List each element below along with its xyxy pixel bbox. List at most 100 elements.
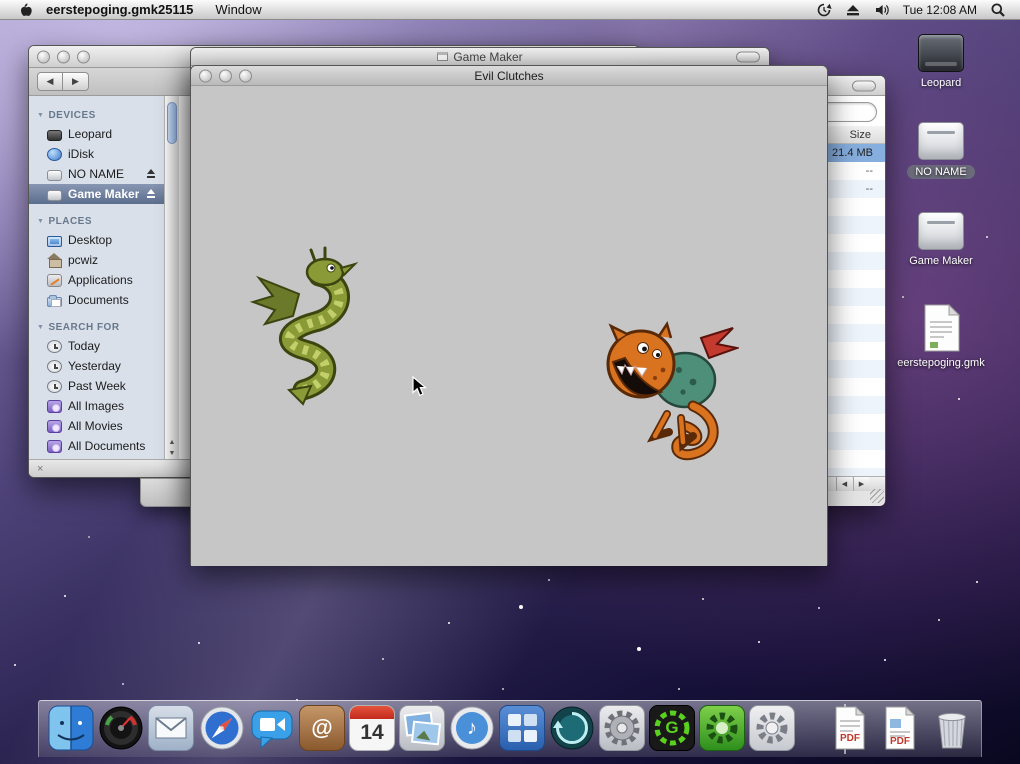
disclosure-triangle-icon[interactable]: ▼ bbox=[37, 218, 44, 225]
minimize-button[interactable] bbox=[219, 69, 232, 82]
apple-logo-icon bbox=[20, 3, 32, 16]
desktop-icon bbox=[47, 235, 62, 247]
boss-sprite bbox=[606, 321, 739, 461]
sidebar-item-leopard[interactable]: Leopard bbox=[29, 124, 164, 144]
dock-pdf-document-2-icon[interactable]: PDF bbox=[877, 705, 923, 751]
clock-icon bbox=[47, 340, 62, 353]
clock-icon bbox=[47, 380, 62, 393]
dock-game-maker-green-icon[interactable] bbox=[699, 705, 745, 751]
time-machine-menu-icon[interactable] bbox=[816, 2, 832, 18]
evil-clutches-title-bar[interactable]: Evil Clutches bbox=[191, 66, 827, 86]
sidebar-item-home[interactable]: pcwiz bbox=[29, 250, 164, 270]
volume-menu-icon[interactable] bbox=[874, 2, 890, 18]
toolbar-capsule-button[interactable] bbox=[736, 51, 760, 62]
sidebar-section-devices[interactable]: ▼ DEVICES bbox=[29, 106, 164, 124]
sidebar-item-all-movies[interactable]: All Movies bbox=[29, 416, 164, 436]
eject-menu-icon[interactable] bbox=[845, 2, 861, 18]
dock-system-preferences-icon[interactable] bbox=[599, 705, 645, 751]
game-area[interactable] bbox=[191, 86, 827, 566]
window-title: Evil Clutches bbox=[474, 68, 544, 83]
mouse-cursor bbox=[412, 376, 427, 397]
dock-dashboard-icon[interactable] bbox=[98, 705, 144, 751]
sidebar-item-today[interactable]: Today bbox=[29, 336, 164, 356]
window-proxy-icon bbox=[437, 52, 449, 61]
clock-icon bbox=[47, 360, 62, 373]
dock-ichat-icon[interactable] bbox=[249, 705, 295, 751]
sidebar-item-past-week[interactable]: Past Week bbox=[29, 376, 164, 396]
documents-folder-icon bbox=[47, 294, 62, 307]
dock-trash-icon[interactable] bbox=[929, 705, 975, 751]
removable-drive-icon bbox=[918, 212, 964, 250]
dock-itunes-icon[interactable]: ♪ bbox=[449, 705, 495, 751]
smart-folder-icon bbox=[47, 440, 62, 453]
dock-front-row-icon[interactable] bbox=[499, 705, 545, 751]
desktop: eerstepoging.gmk25115 Window Tue 12:08 A… bbox=[0, 0, 1020, 764]
close-button[interactable] bbox=[199, 69, 212, 82]
disclosure-triangle-icon[interactable]: ▼ bbox=[37, 112, 44, 119]
back-button[interactable]: ◀ bbox=[37, 72, 63, 91]
smart-folder-icon bbox=[47, 420, 62, 433]
removable-drive-icon bbox=[918, 122, 964, 160]
scroll-up-button[interactable]: ▲ bbox=[169, 437, 176, 448]
dock-time-machine-icon[interactable] bbox=[549, 705, 595, 751]
dock-mail-icon[interactable] bbox=[148, 705, 194, 751]
navigation-buttons: ◀ ▶ bbox=[37, 72, 89, 91]
home-icon bbox=[47, 252, 62, 268]
active-app-name[interactable]: eerstepoging.gmk25115 bbox=[46, 2, 193, 17]
close-button[interactable] bbox=[37, 50, 50, 63]
scroll-down-button[interactable]: ▼ bbox=[169, 448, 176, 459]
desktop-icon-no-name[interactable]: NO NAME bbox=[895, 122, 987, 179]
forward-button[interactable]: ▶ bbox=[63, 72, 89, 91]
game-maker-title-bar[interactable]: Game Maker bbox=[191, 48, 769, 66]
dock: @ 14 ♪ G PDF PDF bbox=[38, 700, 982, 757]
apple-menu[interactable] bbox=[14, 2, 36, 18]
sidebar-item-game-maker[interactable]: Game Maker bbox=[29, 184, 164, 204]
sidebar-item-applications[interactable]: Applications bbox=[29, 270, 164, 290]
finder-window-controls bbox=[37, 50, 90, 63]
scroll-right-button[interactable]: ▶ bbox=[853, 477, 869, 491]
disclosure-triangle-icon[interactable]: ▼ bbox=[37, 324, 44, 331]
sidebar-section-search-for[interactable]: ▼ SEARCH FOR bbox=[29, 318, 164, 336]
dock-safari-icon[interactable] bbox=[199, 705, 245, 751]
desktop-icon-eerstepoging[interactable]: eerstepoging.gmk bbox=[895, 304, 987, 369]
menu-window[interactable]: Window bbox=[215, 2, 261, 17]
dock-preview-icon[interactable] bbox=[399, 705, 445, 751]
scrollbar-arrows: ▲ ▼ bbox=[165, 437, 179, 459]
sidebar-item-idisk[interactable]: iDisk bbox=[29, 144, 164, 164]
sidebar-item-all-images[interactable]: All Images bbox=[29, 396, 164, 416]
dock-pdf-document-icon[interactable]: PDF bbox=[827, 705, 873, 751]
window-controls bbox=[199, 69, 252, 82]
smart-folder-icon bbox=[47, 400, 62, 413]
sidebar-item-yesterday[interactable]: Yesterday bbox=[29, 356, 164, 376]
eject-icon[interactable] bbox=[146, 169, 156, 179]
status-bar-icon[interactable]: × bbox=[37, 463, 43, 475]
zoom-button[interactable] bbox=[239, 69, 252, 82]
dock-ical-icon[interactable]: 14 bbox=[349, 705, 395, 751]
hard-drive-icon bbox=[918, 34, 964, 72]
scroll-left-button[interactable]: ◀ bbox=[836, 477, 852, 491]
spotlight-icon[interactable] bbox=[990, 2, 1006, 18]
sidebar-scrollbar[interactable]: ▲ ▼ bbox=[164, 96, 179, 461]
scrollbar-thumb[interactable] bbox=[167, 102, 177, 144]
menu-bar-clock[interactable]: Tue 12:08 AM bbox=[903, 3, 977, 17]
sidebar-item-no-name[interactable]: NO NAME bbox=[29, 164, 164, 184]
dock-game-maker-icon[interactable]: G bbox=[649, 705, 695, 751]
zoom-button[interactable] bbox=[77, 50, 90, 63]
minimize-button[interactable] bbox=[57, 50, 70, 63]
sidebar-item-all-documents[interactable]: All Documents bbox=[29, 436, 164, 456]
sidebar-item-desktop[interactable]: Desktop bbox=[29, 230, 164, 250]
toolbar-capsule-button[interactable] bbox=[852, 80, 876, 91]
resize-grip[interactable] bbox=[870, 489, 884, 503]
eject-icon[interactable] bbox=[146, 189, 156, 199]
dock-finder-icon[interactable] bbox=[48, 705, 94, 751]
sidebar-section-places[interactable]: ▼ PLACES bbox=[29, 212, 164, 230]
dock-gear-utility-icon[interactable] bbox=[749, 705, 795, 751]
desktop-icon-leopard[interactable]: Leopard bbox=[895, 34, 987, 89]
window-title: Game Maker bbox=[437, 50, 523, 64]
dock-address-book-icon[interactable]: @ bbox=[299, 705, 345, 751]
finder-sidebar: ▼ DEVICES Leopard iDisk NO NAME Game Mak… bbox=[29, 96, 164, 461]
evil-clutches-window[interactable]: Evil Clutches bbox=[190, 65, 828, 566]
menu-bar: eerstepoging.gmk25115 Window Tue 12:08 A… bbox=[0, 0, 1020, 20]
desktop-icon-game-maker[interactable]: Game Maker bbox=[895, 212, 987, 267]
sidebar-item-documents[interactable]: Documents bbox=[29, 290, 164, 310]
